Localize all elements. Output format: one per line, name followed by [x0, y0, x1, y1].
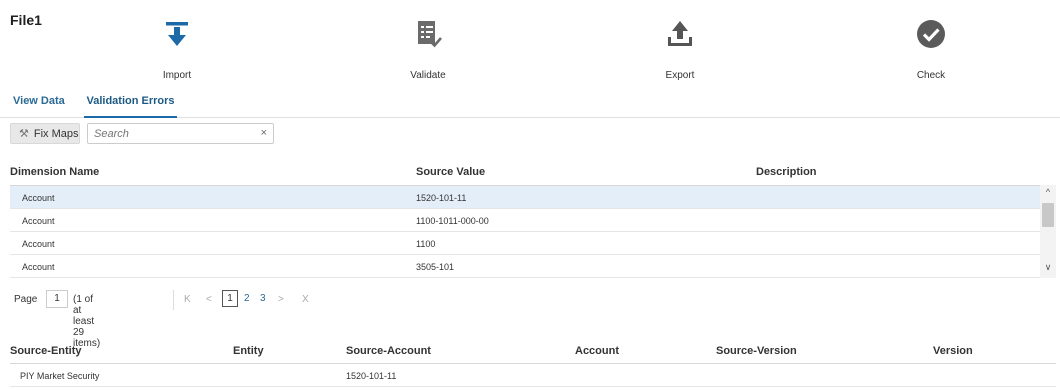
- import-label: Import: [162, 70, 192, 81]
- page-number-input[interactable]: 1: [46, 290, 68, 308]
- scrollbar-thumb[interactable]: [1042, 203, 1054, 227]
- cell-source-value: 1520-101-11: [416, 193, 467, 203]
- check-label: Check: [916, 70, 946, 81]
- page-link-current[interactable]: 1: [222, 290, 238, 307]
- table-row[interactable]: Account 1100-1011-000-00: [10, 209, 1040, 232]
- last-page-icon[interactable]: X: [302, 294, 309, 305]
- export-label: Export: [665, 70, 695, 81]
- page-label: Page: [14, 294, 38, 305]
- grid-body: Account 1520-101-11 Account 1100-1011-00…: [10, 185, 1040, 278]
- column-header-dimension-name[interactable]: Dimension Name: [10, 166, 99, 178]
- cell-source-value: 1100-1011-000-00: [416, 216, 489, 226]
- validate-document-icon: [418, 21, 442, 48]
- cell-source-entity: PIY Market Security: [20, 371, 100, 381]
- cell-dimension: Account: [22, 262, 55, 272]
- check-circle-icon: [917, 20, 945, 48]
- page-link[interactable]: 3: [260, 293, 266, 304]
- detail-table-row[interactable]: PIY Market Security 1520-101-11: [10, 364, 1056, 387]
- chevron-up-icon[interactable]: ^: [1040, 187, 1056, 201]
- table-row[interactable]: Account 1520-101-11: [10, 186, 1040, 209]
- clear-search-icon[interactable]: ×: [261, 127, 267, 139]
- tab-validation-errors[interactable]: Validation Errors: [84, 95, 177, 118]
- workflow-step-validate[interactable]: Validate: [368, 18, 488, 81]
- page-link[interactable]: 2: [244, 293, 250, 304]
- vertical-scrollbar[interactable]: ^ ∨: [1040, 185, 1056, 278]
- cell-source-value: 3505-101: [416, 262, 455, 272]
- workflow-step-export[interactable]: Export: [620, 18, 740, 81]
- pager-divider: [173, 290, 174, 310]
- chevron-down-icon[interactable]: ∨: [1040, 262, 1056, 276]
- import-arrow-icon: [166, 22, 188, 46]
- cell-source-account: 1520-101-11: [346, 371, 397, 381]
- tab-view-data[interactable]: View Data: [13, 95, 73, 118]
- export-upload-icon: [668, 21, 692, 46]
- validate-label: Validate: [410, 70, 446, 81]
- column-header-source-entity[interactable]: Source-Entity: [10, 345, 82, 357]
- column-header-version[interactable]: Version: [933, 345, 973, 357]
- fix-maps-label: Fix Maps: [33, 127, 79, 140]
- column-header-account[interactable]: Account: [575, 345, 619, 357]
- column-header-entity[interactable]: Entity: [233, 345, 264, 357]
- page-summary: (1 of at least 29 items): [73, 294, 101, 349]
- cell-dimension: Account: [22, 239, 55, 249]
- workflow-step-import[interactable]: Import: [117, 18, 237, 81]
- previous-page-icon[interactable]: <: [206, 294, 212, 305]
- next-page-icon[interactable]: >: [278, 294, 284, 305]
- column-header-source-account[interactable]: Source-Account: [346, 345, 431, 357]
- table-row[interactable]: Account 3505-101: [10, 255, 1040, 278]
- workflow-step-check[interactable]: Check: [871, 18, 991, 81]
- column-header-source-value[interactable]: Source Value: [416, 166, 485, 178]
- fix-maps-button[interactable]: ⚒ Fix Maps: [10, 123, 80, 144]
- tools-icon: ⚒: [19, 128, 29, 140]
- search-box: ×: [87, 123, 274, 144]
- search-input[interactable]: [88, 124, 248, 143]
- column-header-description[interactable]: Description: [756, 166, 817, 178]
- detail-grid-header: Source-Entity Entity Source-Account Acco…: [10, 343, 1056, 364]
- tab-bar: View Data Validation Errors: [0, 95, 1060, 118]
- column-header-source-version[interactable]: Source-Version: [716, 345, 797, 357]
- cell-source-value: 1100: [416, 239, 436, 249]
- grid-header: Dimension Name Source Value Description: [10, 163, 1056, 185]
- page-title: File1: [10, 12, 42, 28]
- cell-dimension: Account: [22, 216, 55, 226]
- workflow-train: Import Validate Export Check: [60, 18, 1060, 88]
- first-page-icon[interactable]: K: [184, 294, 191, 305]
- cell-dimension: Account: [22, 193, 55, 203]
- table-row[interactable]: Account 1100: [10, 232, 1040, 255]
